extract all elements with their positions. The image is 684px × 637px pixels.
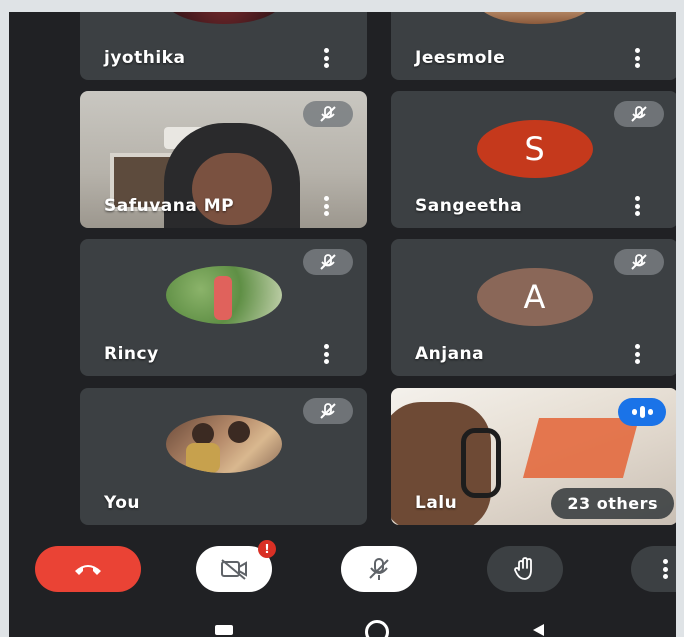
participant-name: jyothika [104,48,186,68]
mic-off-icon [631,254,647,270]
participant-tile-rincy[interactable]: Rincy [80,239,367,376]
raise-hand-button[interactable] [487,546,563,592]
end-call-icon [75,565,101,575]
participant-name: Safuvana MP [104,196,235,216]
avatar [476,12,593,24]
home-button[interactable] [365,620,389,637]
camera-toggle-button[interactable]: ! [196,540,276,592]
mic-off-icon [320,254,336,270]
mic-toggle-button[interactable] [341,546,417,592]
muted-badge [303,249,353,275]
participant-tile-you[interactable]: You [80,388,367,525]
participant-name: Jeesmole [415,48,506,68]
avatar [165,414,282,473]
more-options-button[interactable] [631,546,676,592]
more-options-icon[interactable] [634,48,640,68]
more-options-icon[interactable] [323,48,329,68]
participant-tile-jyothika[interactable]: jyothika [80,12,367,80]
mic-off-icon [320,106,336,122]
video-orange-fabric [522,418,640,478]
avatar: S [476,119,593,178]
back-button[interactable] [530,622,546,637]
camera-alert-badge: ! [258,540,276,558]
avatar [165,12,282,24]
muted-badge [614,101,664,127]
participant-name: Lalu [415,493,458,513]
headset-icon [461,428,501,498]
muted-badge [614,249,664,275]
end-call-button[interactable] [35,546,141,592]
participant-tile-safuvana[interactable]: Safuvana MP [80,91,367,228]
mic-off-icon [369,558,389,580]
system-navigation-bar [9,612,676,637]
speaking-indicator [618,398,666,426]
more-options-icon[interactable] [323,344,329,364]
participant-tile-lalu[interactable]: Lalu 23 others [391,388,676,525]
mic-off-icon [320,403,336,419]
muted-badge [303,101,353,127]
participant-name: You [104,493,141,513]
meet-call-screen: jyothika Jeesmole Safuvana MP S Sangeeth… [9,12,676,637]
participant-name: Sangeetha [415,196,523,216]
camera-off-icon [221,559,247,580]
participant-tile-anjana[interactable]: A Anjana [391,239,676,376]
muted-badge [303,398,353,424]
recents-button[interactable] [215,625,233,635]
participant-tile-sangeetha[interactable]: S Sangeetha [391,91,676,228]
more-options-icon[interactable] [634,344,640,364]
participant-tile-jeesmole[interactable]: Jeesmole [391,12,676,80]
participant-name: Anjana [415,344,485,364]
others-count-chip[interactable]: 23 others [551,488,674,519]
avatar: A [476,267,593,326]
more-options-icon[interactable] [323,196,329,216]
raise-hand-icon [514,557,532,580]
mic-off-icon [631,106,647,122]
more-options-icon [663,559,668,579]
avatar [165,265,282,324]
participant-name: Rincy [104,344,159,364]
more-options-icon[interactable] [634,196,640,216]
